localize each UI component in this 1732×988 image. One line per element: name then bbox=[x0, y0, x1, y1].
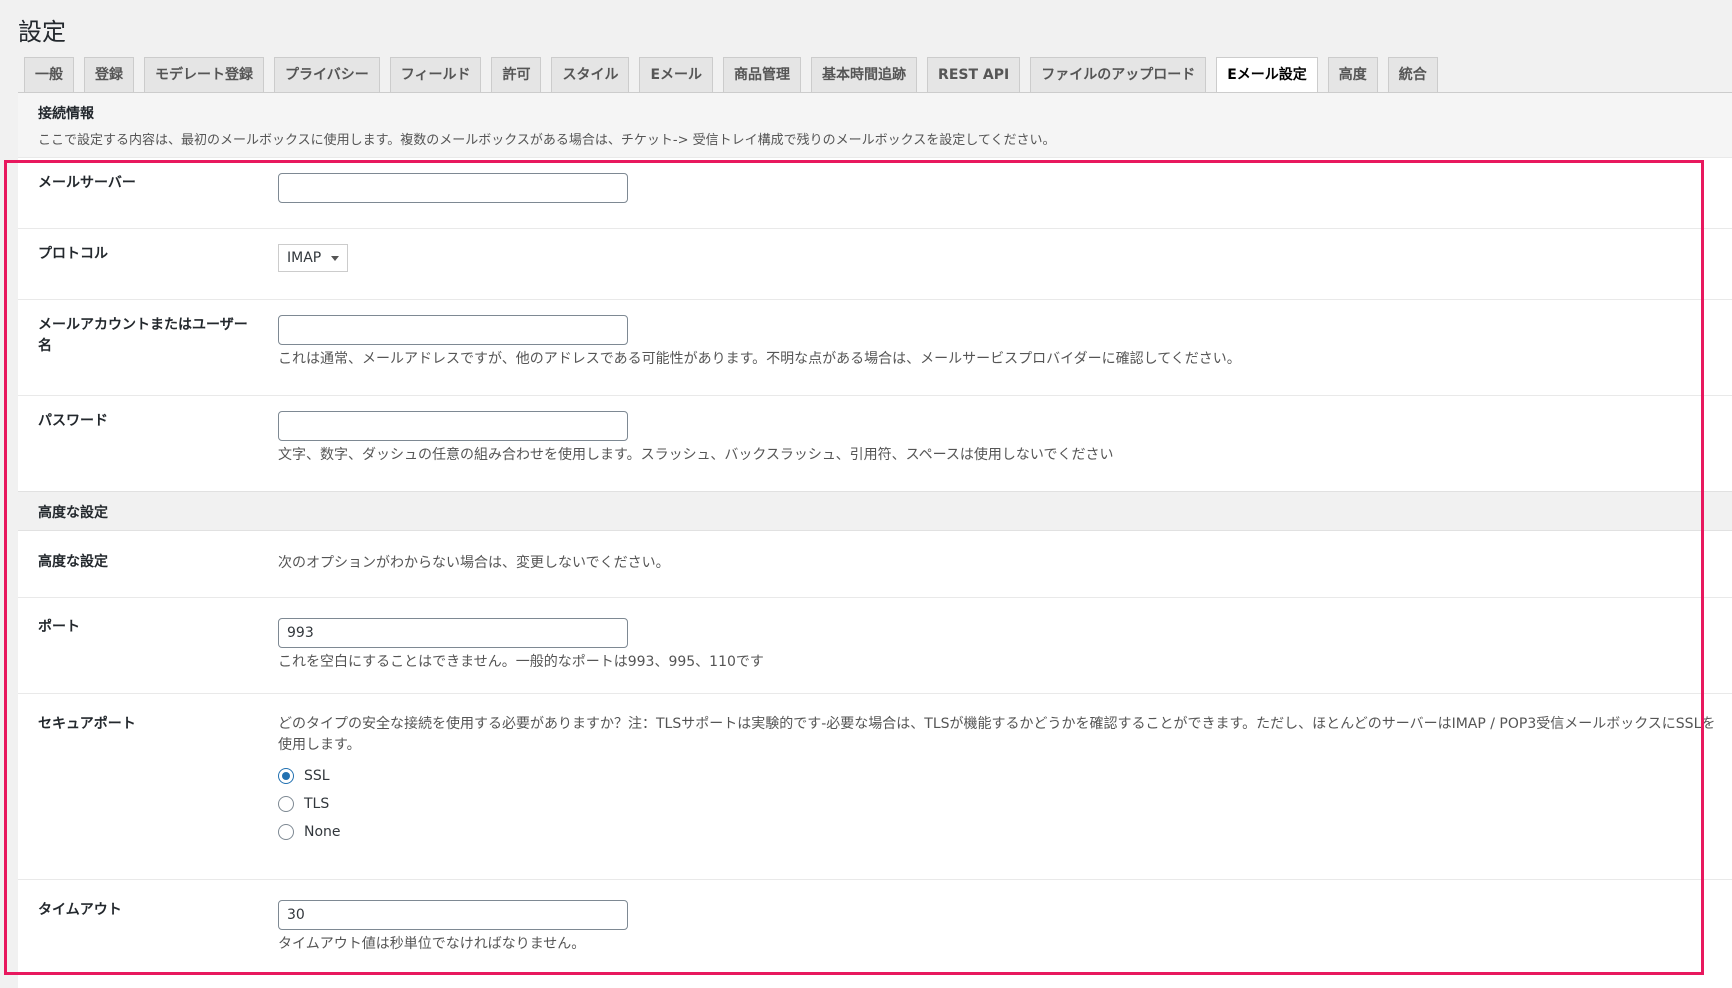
tab-advanced[interactable]: 高度 bbox=[1327, 57, 1378, 92]
password-hint: 文字、数字、ダッシュの任意の組み合わせを使用します。スラッシュ、バックスラッシュ… bbox=[278, 447, 1114, 463]
tab-general[interactable]: 一般 bbox=[24, 57, 74, 92]
tab-style[interactable]: スタイル bbox=[551, 57, 630, 92]
protocol-selected-value: IMAP bbox=[287, 250, 322, 266]
account-row: メールアカウントまたはユーザー名 これは通常、メールアドレスですが、他のアドレス… bbox=[18, 299, 1732, 395]
password-label: パスワード bbox=[38, 413, 108, 429]
advanced-section-header: 高度な設定 bbox=[18, 491, 1732, 531]
advanced-note-text: 次のオプションがわからない場合は、変更しないでください。 bbox=[278, 555, 670, 571]
radio-tls-label: TLS bbox=[304, 796, 330, 812]
secure-port-row: セキュアポート どのタイプの安全な接続を使用する必要がありますか？注：TLSサポ… bbox=[18, 693, 1732, 879]
tab-registration[interactable]: 登録 bbox=[84, 57, 134, 92]
protocol-select[interactable]: IMAP bbox=[278, 244, 349, 272]
protocol-row: プロトコル IMAP bbox=[18, 228, 1732, 299]
mail-server-row: メールサーバー bbox=[18, 157, 1732, 228]
port-label: ポート bbox=[38, 619, 80, 635]
mail-server-label: メールサーバー bbox=[38, 175, 136, 191]
secure-port-hint: どのタイプの安全な接続を使用する必要がありますか？注：TLSサポートは実験的です… bbox=[278, 716, 1716, 753]
radio-tls-indicator[interactable] bbox=[278, 796, 294, 812]
timeout-label: タイムアウト bbox=[38, 902, 122, 918]
port-row: ポート これを空白にすることはできません。一般的なポートは993、995、110… bbox=[18, 597, 1732, 693]
settings-tabs: 一般 登録 モデレート登録 プライバシー フィールド 許可 スタイル Eメール … bbox=[24, 57, 1438, 93]
timeout-row: タイムアウト タイムアウト値は秒単位でなければなりません。 bbox=[18, 879, 1732, 988]
tab-privacy[interactable]: プライバシー bbox=[274, 57, 380, 92]
radio-none-indicator[interactable] bbox=[278, 824, 294, 840]
advanced-section-title: 高度な設定 bbox=[38, 505, 108, 521]
tab-integrations[interactable]: 統合 bbox=[1387, 57, 1438, 92]
connection-info-title: 接続情報 bbox=[38, 106, 94, 122]
account-hint: これは通常、メールアドレスですが、他のアドレスである可能性があります。不明な点が… bbox=[278, 351, 1241, 367]
page-title: 設定 bbox=[18, 18, 66, 46]
tab-products[interactable]: 商品管理 bbox=[723, 57, 802, 92]
tab-moderated-registration[interactable]: モデレート登録 bbox=[144, 57, 264, 92]
connection-info-description: ここで設定する内容は、最初のメールボックスに使用します。複数のメールボックスがあ… bbox=[38, 133, 1056, 148]
radio-ssl-indicator[interactable] bbox=[278, 768, 294, 784]
tab-email[interactable]: Eメール bbox=[639, 57, 714, 92]
advanced-note-row: 高度な設定 次のオプションがわからない場合は、変更しないでください。 bbox=[18, 531, 1732, 597]
tab-fields[interactable]: フィールド bbox=[389, 57, 482, 92]
account-label: メールアカウントまたはユーザー名 bbox=[38, 317, 248, 354]
radio-ssl[interactable]: SSL bbox=[278, 762, 1718, 790]
port-hint: これを空白にすることはできません。一般的なポートは993、995、110です bbox=[278, 654, 764, 670]
tab-email-settings[interactable]: Eメール設定 bbox=[1216, 57, 1318, 93]
radio-none-label: None bbox=[304, 824, 341, 840]
port-input[interactable] bbox=[278, 618, 628, 648]
radio-ssl-label: SSL bbox=[304, 768, 330, 784]
advanced-note-label: 高度な設定 bbox=[38, 554, 108, 570]
account-input[interactable] bbox=[278, 315, 628, 345]
tab-rest-api[interactable]: REST API bbox=[927, 57, 1021, 92]
radio-tls[interactable]: TLS bbox=[278, 790, 1718, 818]
timeout-input[interactable] bbox=[278, 900, 628, 930]
tab-permissions[interactable]: 許可 bbox=[491, 57, 542, 92]
password-row: パスワード 文字、数字、ダッシュの任意の組み合わせを使用します。スラッシュ、バッ… bbox=[18, 395, 1732, 491]
secure-port-label: セキュアポート bbox=[38, 716, 136, 732]
password-input[interactable] bbox=[278, 411, 628, 441]
email-settings-panel: 接続情報 ここで設定する内容は、最初のメールボックスに使用します。複数のメールボ… bbox=[18, 93, 1732, 988]
tab-time-tracking[interactable]: 基本時間追跡 bbox=[811, 57, 918, 92]
protocol-label: プロトコル bbox=[38, 246, 108, 262]
mail-server-input[interactable] bbox=[278, 173, 628, 203]
tab-file-uploads[interactable]: ファイルのアップロード bbox=[1030, 57, 1207, 92]
timeout-hint: タイムアウト値は秒単位でなければなりません。 bbox=[278, 936, 586, 952]
radio-none[interactable]: None bbox=[278, 818, 1718, 846]
chevron-down-icon bbox=[331, 255, 340, 261]
connection-info-header: 接続情報 ここで設定する内容は、最初のメールボックスに使用します。複数のメールボ… bbox=[18, 93, 1732, 157]
